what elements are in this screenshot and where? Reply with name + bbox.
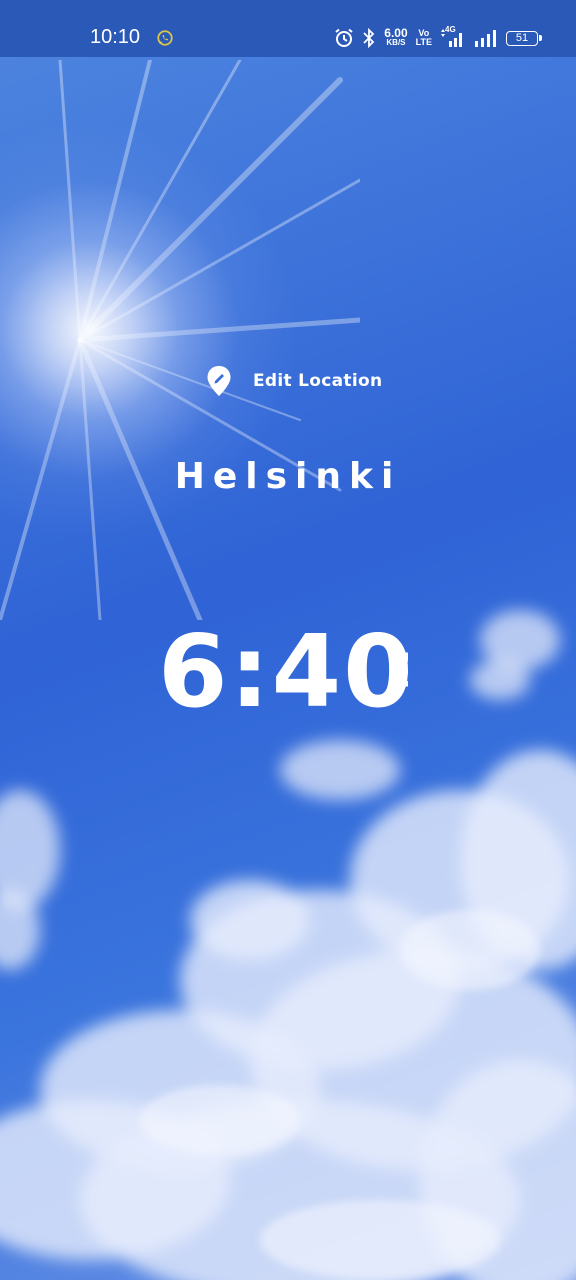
city-name: Helsinki: [174, 456, 402, 497]
clock-time: 6:40: [158, 613, 415, 730]
volte-bottom: LTE: [415, 37, 432, 47]
weather-clock-screen: 10:10 6.00 KB/S Vo LTE 4G 51 Edit Locati…: [0, 0, 576, 1280]
network-speed-value: 6.00: [384, 26, 408, 40]
network-speed: 6.00 KB/S: [384, 26, 408, 48]
status-bar: 10:10 6.00 KB/S Vo LTE 4G 51: [0, 0, 576, 57]
status-icons: 6.00 KB/S Vo LTE 4G 51: [334, 25, 542, 51]
volte-indicator: Vo LTE: [416, 29, 432, 47]
edit-location-button[interactable]: Edit Location: [205, 364, 382, 398]
clock-period: PM: [385, 650, 411, 689]
edit-location-label: Edit Location: [253, 371, 383, 391]
battery-level: 51: [515, 32, 529, 44]
whatsapp-icon: [157, 30, 173, 46]
location-pin-edit-icon: [207, 366, 231, 396]
battery-icon: 51: [506, 30, 542, 46]
status-time: 10:10: [90, 26, 141, 48]
bluetooth-icon: [363, 28, 375, 48]
signal-icon: [475, 30, 496, 47]
signal-4g: 4G: [440, 25, 466, 49]
alarm-icon: [335, 28, 353, 47]
network-speed-unit: KB/S: [386, 38, 406, 47]
signal-icon: [441, 29, 462, 47]
